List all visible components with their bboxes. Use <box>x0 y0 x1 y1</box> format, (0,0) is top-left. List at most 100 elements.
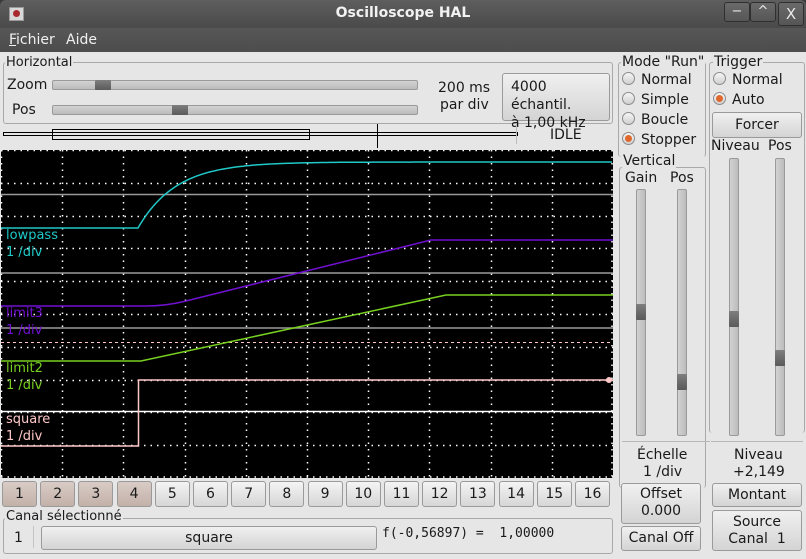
samples-count: 4000 échantil. <box>511 79 572 113</box>
view-window-box[interactable] <box>52 129 310 140</box>
run-mode-stopper[interactable]: Stopper <box>622 132 696 148</box>
trace-name: square <box>6 412 51 427</box>
run-mode-boucle[interactable]: Boucle <box>622 112 688 128</box>
menu-label: ichier <box>16 32 55 48</box>
trigger-level-slider-thumb[interactable] <box>729 311 739 327</box>
channel-button-8[interactable]: 8 <box>269 481 305 507</box>
zoom-label: Zoom <box>7 77 48 93</box>
main-panel: Horizontal Zoom Pos 200 ms par div 4000 … <box>0 52 806 559</box>
divider <box>33 526 34 548</box>
trigger-marker <box>606 377 612 383</box>
menu-fichier[interactable]: Fichier <box>9 32 55 48</box>
radio-label: Normal <box>641 72 692 88</box>
radio-selected-icon <box>622 132 635 145</box>
horizontal-title: Horizontal <box>5 55 74 70</box>
timebase-unit: par div <box>440 97 489 113</box>
divider <box>622 441 710 442</box>
trigger-mode-normal[interactable]: Normal <box>713 72 783 88</box>
vertical-pos-label: Pos <box>670 170 694 186</box>
position-slider[interactable] <box>52 105 418 115</box>
channel-button-15[interactable]: 15 <box>536 481 572 507</box>
channel-button-2[interactable]: 2 <box>40 481 76 507</box>
vertical-pos-slider[interactable] <box>677 189 687 436</box>
run-mode-simple[interactable]: Simple <box>622 92 689 108</box>
samples-rate-button[interactable]: 4000 échantil. à 1,00 kHz <box>502 73 610 131</box>
selected-channel-title: Canal sélectionné <box>5 509 123 524</box>
radio-label: Stopper <box>641 132 697 148</box>
channel-button-11[interactable]: 11 <box>384 481 419 507</box>
cursor-readout: f(-0,56897) = 1,00000 <box>382 526 555 541</box>
offset-caption: Offset <box>639 486 683 502</box>
divider <box>516 124 517 144</box>
channel-name-button[interactable]: square <box>41 526 377 550</box>
gain-slider-thumb[interactable] <box>636 304 646 320</box>
trigger-pos-slider[interactable] <box>775 158 785 436</box>
channel-button-10[interactable]: 10 <box>345 481 381 507</box>
menu-aide[interactable]: Aide <box>66 32 97 48</box>
gain-slider[interactable] <box>636 189 646 436</box>
source-caption: Source <box>732 514 782 530</box>
menu-mnemonic: F <box>9 32 17 48</box>
trigger-edge-button[interactable]: Montant <box>712 483 802 507</box>
channel-button-9[interactable]: 9 <box>307 481 343 507</box>
offset-button[interactable]: Offset 0.000 <box>621 483 701 524</box>
channel-button-7[interactable]: 7 <box>231 481 267 507</box>
vertical-title: Vertical <box>622 153 677 169</box>
channel-button-6[interactable]: 6 <box>193 481 228 507</box>
close-button[interactable]: X <box>778 2 804 26</box>
timebase-value: 200 ms <box>438 80 491 96</box>
menu-bar: Fichier Aide <box>0 28 806 52</box>
zoom-slider-thumb[interactable] <box>95 80 111 90</box>
maximize-icon: ^ <box>757 4 769 19</box>
channel-button-1[interactable]: 1 <box>2 481 37 507</box>
trace-label-limit3: limit3 1 /div <box>6 305 43 339</box>
radio-label: Simple <box>641 92 689 108</box>
trigger-level-caption: Niveau <box>734 447 783 463</box>
channel-button-16[interactable]: 16 <box>575 481 610 507</box>
trigger-mode-auto[interactable]: Auto <box>713 92 765 108</box>
channel-button-5[interactable]: 5 <box>154 481 190 507</box>
trigger-title: Trigger <box>713 54 764 70</box>
trace-scale: 1 /div <box>6 429 43 444</box>
scope-canvas[interactable] <box>1 150 613 478</box>
trigger-level-slider[interactable] <box>729 158 739 436</box>
trigger-pos-slider-thumb[interactable] <box>775 350 785 366</box>
vertical-frame <box>619 167 706 488</box>
trace-label-limit2: limit2 1 /div <box>6 360 43 394</box>
trigger-source-button[interactable]: Source Canal 1 <box>712 510 802 551</box>
scale-caption: Échelle <box>637 447 688 463</box>
radio-label: Normal <box>732 72 783 88</box>
radio-label: Boucle <box>641 112 689 128</box>
channel-button-3[interactable]: 3 <box>78 481 114 507</box>
trigger-level-value: +2,149 <box>733 464 785 480</box>
gain-label: Gain <box>625 170 658 186</box>
zoom-slider[interactable] <box>52 80 418 90</box>
trigger-pos-label: Pos <box>768 138 792 154</box>
record-overview[interactable] <box>0 124 520 148</box>
trace-scale: 1 /div <box>6 323 43 338</box>
channel-button-13[interactable]: 13 <box>460 481 496 507</box>
run-mode-normal[interactable]: Normal <box>622 72 692 88</box>
scope-display[interactable]: lowpass 1 /div limit3 1 /div limit2 1 /d… <box>1 150 613 478</box>
offset-value: 0.000 <box>640 503 682 519</box>
trace-scale: 1 /div <box>6 245 43 260</box>
force-trigger-button[interactable]: Forcer <box>712 112 802 138</box>
minimize-icon: − <box>731 4 743 19</box>
trigger-level-label: Niveau <box>711 138 760 154</box>
trace-label-lowpass: lowpass 1 /div <box>6 227 58 261</box>
pos-label: Pos <box>12 102 36 118</box>
title-bar: Oscilloscope HAL − ^ X <box>0 0 806 28</box>
radio-label: Auto <box>732 92 765 108</box>
channel-off-button[interactable]: Canal Off <box>621 526 701 551</box>
minimize-button[interactable]: − <box>724 2 750 22</box>
channel-button-4[interactable]: 4 <box>116 481 152 507</box>
radio-icon <box>622 112 635 125</box>
channel-button-12[interactable]: 12 <box>422 481 458 507</box>
trace-name: limit2 <box>6 361 43 376</box>
scale-value: 1 /div <box>643 464 683 480</box>
vertical-pos-slider-thumb[interactable] <box>677 374 687 390</box>
position-slider-thumb[interactable] <box>172 105 188 115</box>
maximize-button[interactable]: ^ <box>750 2 776 22</box>
radio-icon <box>713 72 726 85</box>
channel-button-14[interactable]: 14 <box>498 481 534 507</box>
